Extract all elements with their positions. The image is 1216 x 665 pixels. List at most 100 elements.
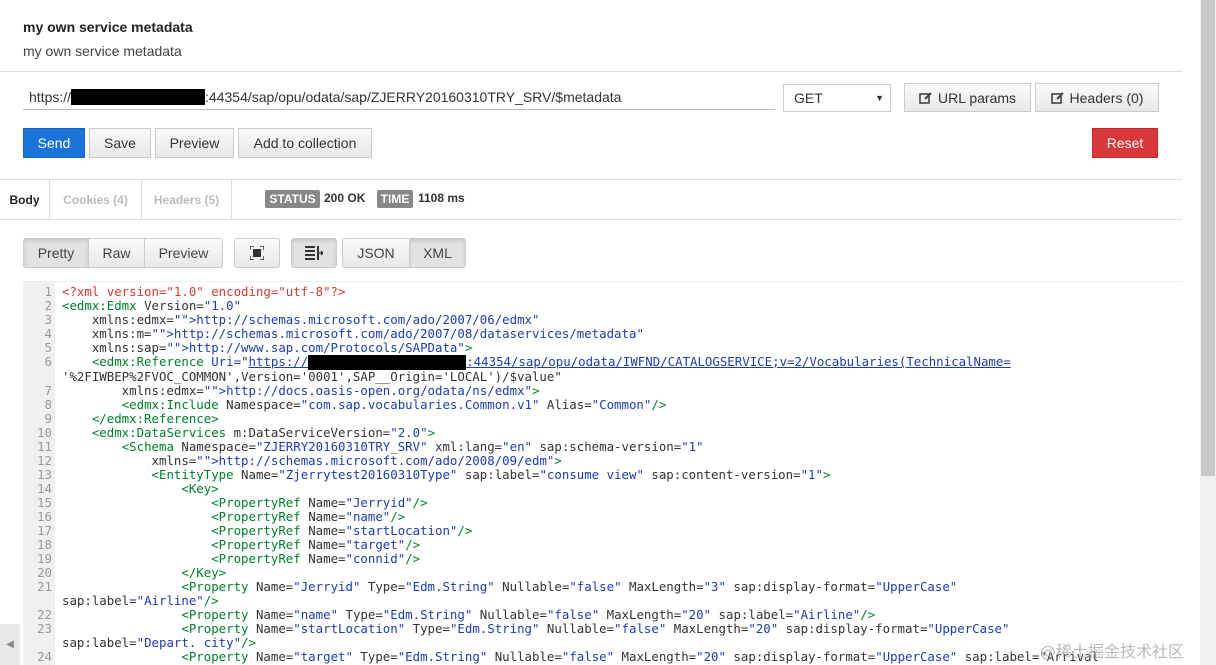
divider	[0, 219, 1182, 220]
code-line: sap:label="Depart. city"/>	[23, 636, 1099, 650]
url-params-label: URL params	[937, 89, 1017, 106]
code-line: 19 <PropertyRef Name="connid"/>	[23, 552, 1099, 566]
status-value: 200 OK	[324, 191, 366, 205]
code-lines: 1 <?xml version="1.0" encoding="utf-8"?> 2…	[23, 285, 1099, 664]
code-text: <edmx:Reference Uri="https://:44354/sap/…	[91, 354, 1011, 370]
code-text: <Key>	[181, 481, 219, 496]
code-line: 20 </Key>	[23, 566, 1099, 580]
save-button[interactable]: Save	[89, 128, 151, 158]
edit-icon	[1050, 91, 1064, 104]
line-number: 15	[37, 495, 52, 510]
code-text: xmlns:edmx="">http://docs.oasis-open.org…	[62, 383, 540, 398]
scrollbar-thumb[interactable]	[1201, 0, 1215, 476]
code-line: 18 <PropertyRef Name="target"/>	[23, 538, 1099, 552]
line-number: 1	[44, 284, 52, 299]
code-text: <Property Name="target" Type="Edm.String…	[181, 649, 1099, 664]
code-line: 23 <Property Name="startLocation" Type="…	[23, 622, 1099, 636]
code-line: 13 <EntityType Name="Zjerrytest20160310T…	[23, 468, 1099, 482]
code-line: 12 xmlns="">http://schemas.microsoft.com…	[23, 454, 1099, 468]
format-json-button[interactable]: JSON	[342, 238, 410, 268]
line-number: 20	[37, 565, 52, 580]
send-button[interactable]: Send	[23, 128, 85, 158]
code-line: 1 <?xml version="1.0" encoding="utf-8"?>	[23, 285, 1099, 299]
redacted-host	[71, 88, 206, 105]
code-text: xmlns:edmx="">http://schemas.microsoft.c…	[62, 312, 540, 327]
request-description: my own service metadata	[23, 43, 182, 59]
code-line: 21 <Property Name="Jerryid" Type="Edm.St…	[23, 580, 1099, 594]
code-line: 3 xmlns:edmx="">http://schemas.microsoft…	[23, 313, 1099, 327]
code-text: <Schema Namespace="ZJERRY20160310TRY_SRV…	[121, 439, 704, 454]
code-text: <edmx:DataServices m:DataServiceVersion=…	[91, 425, 436, 440]
code-text: <?xml version="1.0" encoding="utf-8"?>	[62, 284, 346, 299]
code-text: <PropertyRef Name="name"/>	[211, 509, 406, 524]
code-text: sap:label="Depart. city"/>	[62, 635, 256, 650]
line-number: 6	[44, 354, 52, 369]
view-raw-button[interactable]: Raw	[88, 238, 145, 268]
method-select[interactable]: GET ▼	[783, 84, 891, 112]
response-body: 1 <?xml version="1.0" encoding="utf-8"?> 2…	[23, 281, 1182, 665]
code-line: 2 <edmx:Edmx Version="1.0"	[23, 299, 1099, 313]
code-text: <Property Name="startLocation" Type="Edm…	[181, 621, 1010, 636]
line-number: 10	[37, 425, 52, 440]
expand-button[interactable]	[234, 238, 280, 268]
line-number: 19	[37, 551, 52, 566]
line-number: 16	[37, 509, 52, 524]
tab-body[interactable]: Body	[0, 180, 50, 219]
code-text: sap:label="Airline"/>	[62, 593, 219, 608]
code-text: xmlns="">http://schemas.microsoft.com/ad…	[62, 453, 562, 468]
fullscreen-icon	[250, 246, 264, 260]
code-line: 15 <PropertyRef Name="Jerryid"/>	[23, 496, 1099, 510]
tab-cookies[interactable]: Cookies (4)	[50, 180, 142, 219]
line-number: 24	[37, 649, 52, 664]
url-prefix: https://	[29, 88, 72, 105]
code-line: 7 xmlns:edmx="">http://docs.oasis-open.o…	[23, 384, 1099, 398]
code-line: 9 </edmx:Reference>	[23, 412, 1099, 426]
line-number: 4	[44, 326, 52, 341]
preview-button[interactable]: Preview	[155, 128, 234, 158]
wrap-lines-icon	[305, 246, 323, 260]
code-text: <EntityType Name="Zjerrytest20160310Type…	[151, 467, 831, 482]
code-text: xmlns:m="">http://schemas.microsoft.com/…	[62, 326, 644, 341]
url-suffix: :44354/sap/opu/odata/sap/ZJERRY20160310T…	[205, 88, 622, 105]
headers-button[interactable]: Headers (0)	[1035, 83, 1159, 112]
url-params-button[interactable]: URL params	[904, 83, 1031, 112]
headers-label: Headers (0)	[1069, 89, 1144, 106]
line-number: 14	[37, 481, 52, 496]
line-number: 18	[37, 537, 52, 552]
code-text: xmlns:sap="">http://www.sap.com/Protocol…	[62, 340, 473, 355]
redacted-host	[308, 355, 467, 370]
line-number: 17	[37, 523, 52, 538]
code-text: <PropertyRef Name="Jerryid"/>	[211, 495, 428, 510]
line-number: 8	[44, 397, 52, 412]
code-line: 22 <Property Name="name" Type="Edm.Strin…	[23, 608, 1099, 622]
code-text: </edmx:Reference>	[91, 411, 219, 426]
url-input[interactable]: https:// :44354/sap/opu/odata/sap/ZJERRY2…	[23, 84, 775, 110]
code-text: <Property Name="Jerryid" Type="Edm.Strin…	[181, 579, 958, 594]
line-number: 22	[37, 607, 52, 622]
request-title: my own service metadata	[23, 19, 193, 35]
code-text: <PropertyRef Name="target"/>	[211, 537, 421, 552]
line-number: 11	[37, 439, 52, 454]
edit-icon	[919, 91, 932, 104]
code-line: 24 <Property Name="target" Type="Edm.Str…	[23, 650, 1099, 664]
code-line: 6 <edmx:Reference Uri="https://:44354/sa…	[23, 355, 1099, 370]
tab-headers[interactable]: Headers (5)	[142, 180, 232, 219]
scroll-left-arrow-icon[interactable]: ◀	[0, 624, 20, 665]
code-line: 10 <edmx:DataServices m:DataServiceVersi…	[23, 426, 1099, 440]
code-line: 11 <Schema Namespace="ZJERRY20160310TRY_…	[23, 440, 1099, 454]
code-line: 17 <PropertyRef Name="startLocation"/>	[23, 524, 1099, 538]
reset-button[interactable]: Reset	[1092, 128, 1158, 158]
view-pretty-button[interactable]: Pretty	[23, 238, 89, 268]
line-number: 9	[44, 411, 52, 426]
line-number: 13	[37, 467, 52, 482]
line-number: 5	[44, 340, 52, 355]
add-to-collection-button[interactable]: Add to collection	[238, 128, 372, 158]
method-value: GET	[794, 90, 823, 106]
view-preview-button[interactable]: Preview	[144, 238, 223, 268]
code-line: sap:label="Airline"/>	[23, 594, 1099, 608]
line-number: 23	[37, 621, 52, 636]
line-number: 21	[37, 579, 52, 594]
time-badge: TIME	[377, 190, 413, 208]
format-xml-button[interactable]: XML	[409, 238, 466, 268]
wrap-button[interactable]	[291, 238, 337, 268]
